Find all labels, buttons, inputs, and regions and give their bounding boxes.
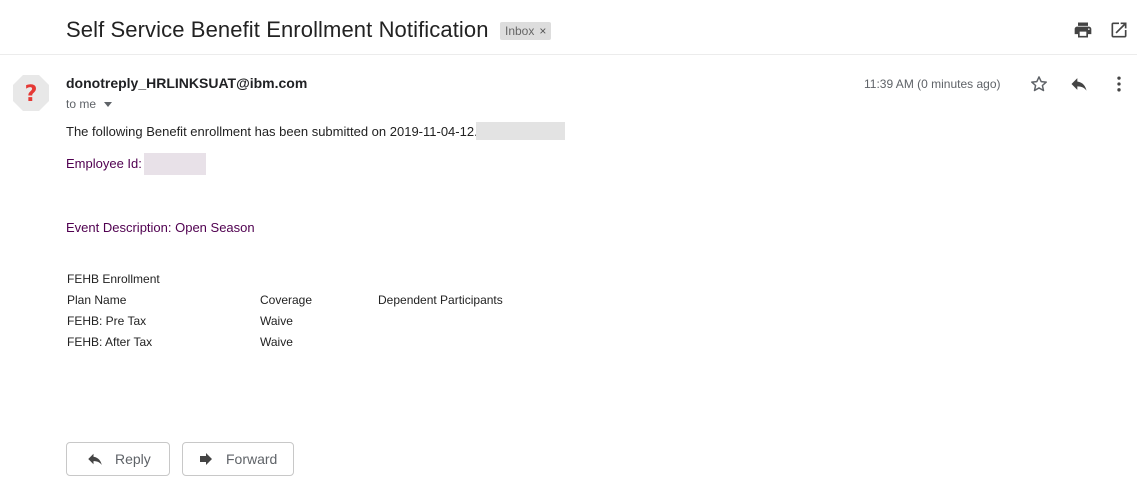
label-chip-text: Inbox xyxy=(505,24,535,38)
plan-name-cell: FEHB: After Tax xyxy=(67,335,153,349)
chevron-down-icon xyxy=(104,102,113,107)
subject-bar: Self Service Benefit Enrollment Notifica… xyxy=(0,0,1137,55)
reply-icon[interactable] xyxy=(1069,74,1089,94)
forward-button-label: Forward xyxy=(226,451,278,467)
employee-id-label: Employee Id: xyxy=(66,156,142,171)
star-icon[interactable] xyxy=(1029,74,1049,94)
unknown-sender-avatar: ? xyxy=(13,75,49,111)
reply-icon xyxy=(88,453,102,465)
recipient-text: to me xyxy=(66,97,97,111)
event-description: Event Description: Open Season xyxy=(66,220,255,235)
email-subject: Self Service Benefit Enrollment Notifica… xyxy=(66,17,489,42)
open-in-new-window-icon[interactable] xyxy=(1109,20,1129,40)
forward-button[interactable]: Forward xyxy=(182,442,294,476)
plan-name-cell: FEHB: Pre Tax xyxy=(67,314,147,328)
forward-icon xyxy=(200,453,212,465)
reply-button[interactable]: Reply xyxy=(66,442,170,476)
header-coverage: Coverage xyxy=(260,293,313,307)
redacted-time-block xyxy=(476,122,565,140)
inbox-label-chip[interactable]: Inbox × xyxy=(500,22,552,40)
reply-button-label: Reply xyxy=(115,451,151,467)
submitted-line: The following Benefit enrollment has bee… xyxy=(66,124,478,139)
svg-text:?: ? xyxy=(25,82,38,107)
coverage-cell: Waive xyxy=(260,335,293,349)
remove-label-icon[interactable]: × xyxy=(539,22,546,40)
email-view: Self Service Benefit Enrollment Notifica… xyxy=(0,0,1137,491)
header-plan-name: Plan Name xyxy=(67,293,127,307)
header-dependent-participants: Dependent Participants xyxy=(378,293,503,307)
more-vertical-icon[interactable] xyxy=(1109,74,1129,94)
print-icon[interactable] xyxy=(1073,20,1093,40)
recipient-details-toggle[interactable]: to me xyxy=(66,97,113,111)
section-title: FEHB Enrollment xyxy=(67,272,160,286)
sender-email[interactable]: donotreply_HRLINKSUAT@ibm.com xyxy=(66,75,307,91)
redacted-employee-id-block xyxy=(144,153,206,175)
email-timestamp: 11:39 AM (0 minutes ago) xyxy=(864,77,1001,91)
coverage-cell: Waive xyxy=(260,314,293,328)
